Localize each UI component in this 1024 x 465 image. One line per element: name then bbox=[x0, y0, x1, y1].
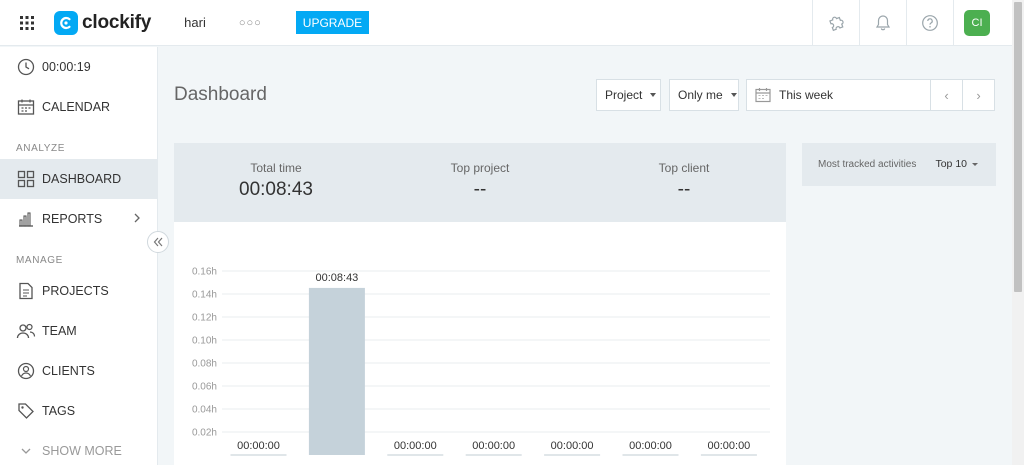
scrollbar[interactable] bbox=[1012, 0, 1024, 465]
bar-value-label: 00:00:00 bbox=[629, 440, 672, 452]
caret-down-icon bbox=[972, 162, 978, 166]
activities-label: Most tracked activities bbox=[818, 159, 917, 170]
caret-down-icon bbox=[650, 93, 657, 97]
top-count-dropdown[interactable]: Top 10 bbox=[935, 158, 978, 170]
bar-value-label: 00:00:00 bbox=[237, 440, 280, 452]
most-tracked-activities-panel: Most tracked activities Top 10 bbox=[802, 143, 996, 186]
sidebar: 00:00:19 CALENDAR ANALYZE DASHBOARD REPO… bbox=[0, 47, 158, 465]
sidebar-item-label: CLIENTS bbox=[42, 364, 95, 378]
calendar-icon bbox=[16, 97, 36, 117]
dashboard-icon bbox=[16, 169, 36, 189]
stat-top-client: Top client -- bbox=[582, 143, 786, 222]
sidebar-item-reports[interactable]: REPORTS bbox=[0, 199, 157, 239]
sidebar-item-dashboard[interactable]: DASHBOARD bbox=[0, 159, 157, 199]
sidebar-item-calendar[interactable]: CALENDAR bbox=[0, 87, 157, 127]
projects-document-icon bbox=[16, 281, 36, 301]
next-period-button[interactable]: › bbox=[962, 79, 995, 111]
stat-label: Top client bbox=[658, 161, 710, 175]
stat-value: 00:08:43 bbox=[239, 179, 313, 200]
date-range-value: This week bbox=[779, 88, 834, 102]
apps-grid-icon[interactable] bbox=[0, 0, 54, 46]
sidebar-item-label: REPORTS bbox=[42, 212, 103, 226]
more-options-icon[interactable]: ○○○ bbox=[239, 17, 262, 29]
sidebar-item-projects[interactable]: PROJECTS bbox=[0, 271, 157, 311]
daily-bar-chart: 0.16h 0.14h 0.12h 0.10h 0.08h 0.06h 0.04h 0.02h… bbox=[192, 267, 770, 456]
section-label-manage: MANAGE bbox=[16, 255, 63, 266]
workspace-name[interactable]: hari bbox=[184, 15, 206, 30]
bar-value-label: 00:00:00 bbox=[472, 440, 515, 452]
sidebar-item-timer[interactable]: 00:00:19 bbox=[0, 47, 157, 87]
page-title: Dashboard bbox=[174, 84, 267, 105]
sidebar-show-more[interactable]: SHOW MORE bbox=[0, 431, 157, 465]
sidebar-item-label: SHOW MORE bbox=[42, 444, 122, 458]
clockify-logo[interactable]: clockify bbox=[54, 0, 151, 46]
bar-value-label: 00:00:00 bbox=[394, 440, 437, 452]
date-range-picker[interactable]: This week bbox=[746, 79, 931, 111]
y-tick-label: 0.12h bbox=[192, 313, 217, 324]
sidebar-item-label: DASHBOARD bbox=[42, 172, 122, 186]
stat-total-time: Total time 00:08:43 bbox=[174, 143, 378, 222]
stat-label: Total time bbox=[250, 161, 302, 175]
chevron-left-icon: ‹ bbox=[944, 87, 949, 103]
reports-bar-chart-icon bbox=[16, 209, 36, 229]
user-menu[interactable]: CI bbox=[953, 0, 1000, 46]
chart-card: 0.16h 0.14h 0.12h 0.10h 0.08h 0.06h 0.04h 0.02h… bbox=[174, 222, 786, 465]
y-tick-label: 0.16h bbox=[192, 267, 217, 278]
previous-period-button[interactable]: ‹ bbox=[930, 79, 963, 111]
top-bar: clockify hari ○○○ UPGRADE CI bbox=[0, 0, 1012, 46]
stat-value: -- bbox=[473, 179, 487, 200]
scrollbar-thumb[interactable] bbox=[1014, 2, 1022, 292]
sidebar-item-label: CALENDAR bbox=[42, 100, 111, 114]
y-tick-label: 0.08h bbox=[192, 359, 217, 370]
clockify-logo-icon bbox=[54, 10, 78, 35]
chevron-right-icon bbox=[133, 212, 141, 227]
sidebar-item-tags[interactable]: TAGS bbox=[0, 391, 157, 431]
sidebar-item-label: 00:00:19 bbox=[42, 60, 91, 74]
notifications-bell-icon[interactable] bbox=[859, 0, 906, 46]
user-filter-dropdown[interactable]: Only me bbox=[669, 79, 739, 111]
stat-value: -- bbox=[677, 179, 691, 200]
tag-icon bbox=[16, 401, 36, 421]
bar-value-label: 00:00:00 bbox=[707, 440, 750, 452]
summary-stats: Total time 00:08:43 Top project -- Top c… bbox=[174, 143, 786, 222]
sidebar-item-team[interactable]: TEAM bbox=[0, 311, 157, 351]
clients-user-circle-icon bbox=[16, 361, 36, 381]
y-tick-label: 0.04h bbox=[192, 405, 217, 416]
avatar[interactable]: CI bbox=[964, 10, 990, 36]
sidebar-item-clients[interactable]: CLIENTS bbox=[0, 351, 157, 391]
clock-icon bbox=[16, 57, 36, 77]
section-label-analyze: ANALYZE bbox=[16, 143, 66, 154]
dropdown-value: Top 10 bbox=[935, 158, 967, 170]
bar-value-label: 00:08:43 bbox=[315, 272, 358, 284]
y-tick-label: 0.02h bbox=[192, 428, 217, 439]
chart-bar bbox=[308, 287, 365, 455]
help-icon[interactable] bbox=[906, 0, 953, 46]
upgrade-button[interactable]: UPGRADE bbox=[295, 11, 370, 34]
sidebar-item-label: TAGS bbox=[42, 404, 76, 418]
y-tick-label: 0.06h bbox=[192, 382, 217, 393]
chevron-right-icon: › bbox=[976, 87, 981, 103]
calendar-icon bbox=[755, 87, 771, 103]
project-group-dropdown[interactable]: Project bbox=[596, 79, 661, 111]
chevron-down-icon bbox=[16, 441, 36, 461]
stat-top-project: Top project -- bbox=[378, 143, 582, 222]
dropdown-value: Project bbox=[605, 88, 643, 102]
double-chevron-left-icon bbox=[153, 237, 163, 247]
y-tick-label: 0.14h bbox=[192, 290, 217, 301]
team-users-icon bbox=[16, 321, 36, 341]
logo-text: clockify bbox=[82, 11, 152, 33]
caret-down-icon bbox=[730, 93, 737, 97]
y-tick-label: 0.10h bbox=[192, 336, 217, 347]
bar-value-label: 00:00:00 bbox=[551, 440, 594, 452]
sidebar-item-label: TEAM bbox=[42, 324, 77, 338]
integrations-puzzle-icon[interactable] bbox=[812, 0, 859, 46]
stat-label: Top project bbox=[450, 161, 510, 175]
sidebar-item-label: PROJECTS bbox=[42, 284, 109, 298]
collapse-sidebar-button[interactable] bbox=[147, 231, 169, 253]
dropdown-value: Only me bbox=[678, 88, 723, 102]
